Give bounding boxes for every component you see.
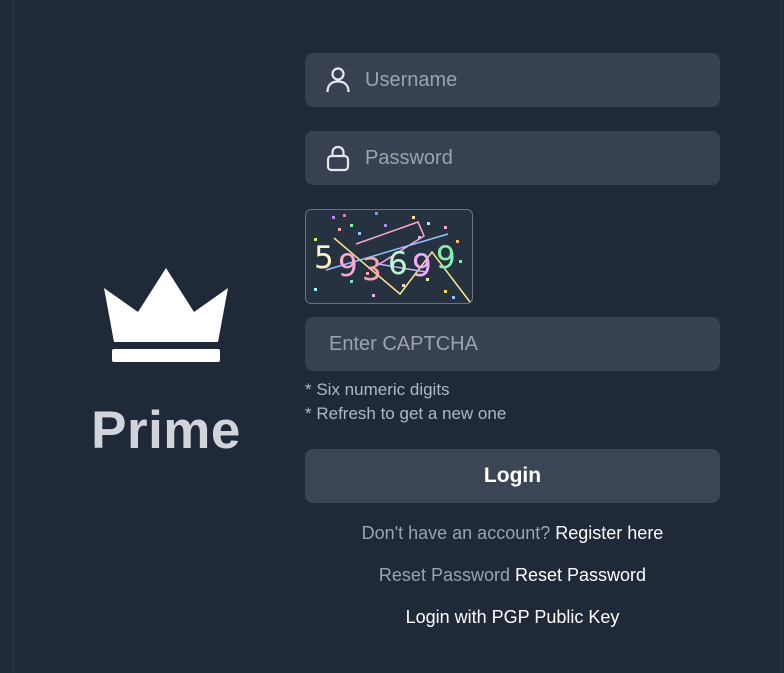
captcha-field [305, 317, 720, 371]
reset-prompt: Reset Password [378, 565, 510, 585]
pgp-row: Login with PGP Public Key [305, 606, 720, 628]
svg-text:9: 9 [436, 240, 456, 276]
svg-text:6: 6 [388, 246, 408, 282]
username-input[interactable] [305, 53, 720, 107]
brand-name: Prime [91, 401, 241, 460]
svg-text:5: 5 [314, 240, 334, 276]
pgp-login-link[interactable]: Login with PGP Public Key [406, 607, 620, 627]
reset-password-link[interactable]: Reset Password [515, 565, 646, 585]
register-row: Don't have an account? Register here [305, 522, 720, 544]
svg-text:9: 9 [338, 248, 358, 284]
captcha-input[interactable] [305, 317, 720, 371]
captcha-hint-digits: * Six numeric digits [305, 380, 450, 399]
frame-divider-left [13, 0, 14, 673]
reset-row: Reset Password Reset Password [305, 564, 720, 586]
register-link[interactable]: Register here [555, 523, 663, 543]
svg-text:9: 9 [412, 248, 432, 284]
password-field [305, 131, 720, 185]
captcha-image[interactable]: 5 9 3 6 9 9 [305, 209, 473, 304]
captcha-hints: * Six numeric digits * Refresh to get a … [305, 378, 506, 426]
crown-icon [104, 268, 228, 362]
frame-divider-right [781, 0, 782, 673]
password-input[interactable] [305, 131, 720, 185]
brand-panel: Prime [60, 258, 272, 457]
login-button[interactable]: Login [305, 449, 720, 503]
svg-text:3: 3 [362, 252, 382, 288]
captcha-graphic: 5 9 3 6 9 9 [314, 212, 471, 303]
login-page: Prime Username 5 9 3 6 9 9 Enter CAPTCHA… [0, 0, 784, 673]
username-field [305, 53, 720, 107]
captcha-hint-refresh: * Refresh to get a new one [305, 404, 507, 423]
register-prompt: Don't have an account? [361, 523, 551, 543]
